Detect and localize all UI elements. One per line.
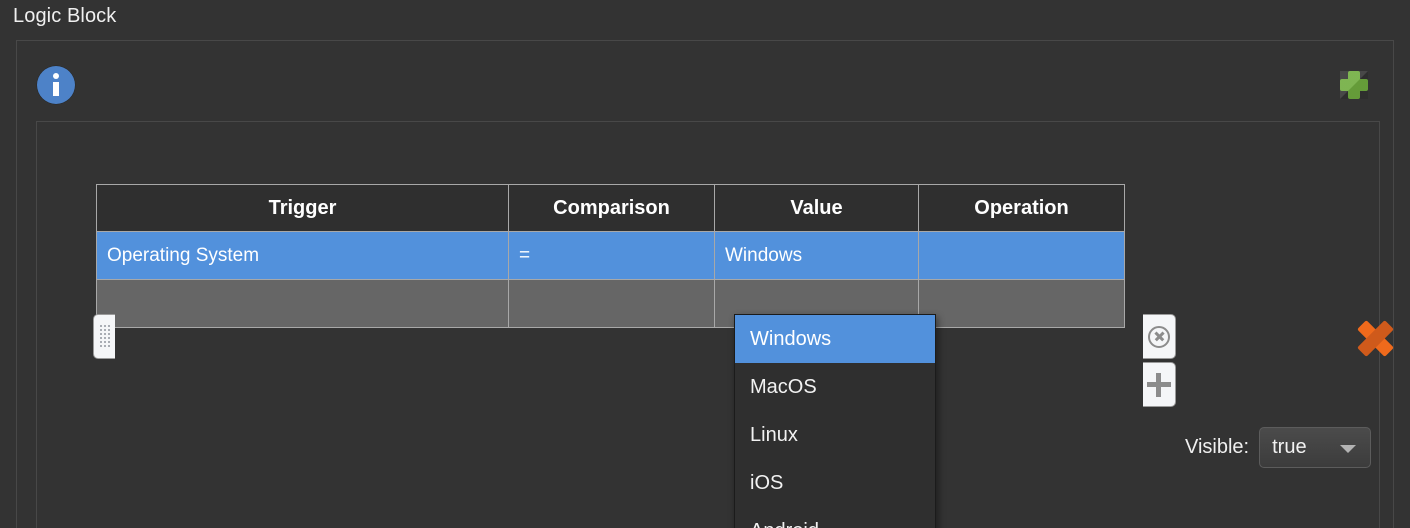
visible-setting: Visible: true bbox=[1185, 427, 1372, 468]
column-header-trigger[interactable]: Trigger bbox=[96, 184, 509, 232]
dropdown-option-windows[interactable]: Windows bbox=[735, 315, 935, 363]
cell-trigger[interactable] bbox=[96, 279, 509, 328]
logic-conditions-table: Trigger Comparison Value Operation Opera… bbox=[96, 184, 1125, 328]
visible-select-value: true bbox=[1272, 436, 1307, 458]
delete-condition-button[interactable] bbox=[1354, 317, 1397, 360]
column-header-value[interactable]: Value bbox=[714, 184, 919, 232]
remove-row-button[interactable] bbox=[1143, 314, 1176, 359]
visible-select[interactable]: true bbox=[1259, 427, 1372, 468]
dropdown-option-macos[interactable]: MacOS bbox=[735, 363, 935, 411]
cell-operation[interactable] bbox=[918, 279, 1125, 328]
value-dropdown-list[interactable]: Windows MacOS Linux iOS Android Unknown bbox=[734, 314, 936, 528]
plus-icon bbox=[1147, 372, 1171, 397]
info-icon-stem bbox=[53, 82, 59, 96]
info-icon[interactable] bbox=[37, 66, 75, 104]
table-header-row: Trigger Comparison Value Operation bbox=[96, 184, 1125, 232]
dropdown-option-ios[interactable]: iOS bbox=[735, 459, 935, 507]
add-row-button[interactable] bbox=[1143, 362, 1176, 407]
cell-value[interactable]: Windows bbox=[714, 231, 919, 280]
logic-block-panel: Trigger Comparison Value Operation Opera… bbox=[16, 40, 1394, 528]
circle-x-icon bbox=[1148, 325, 1170, 348]
table-row[interactable]: Operating System = Windows bbox=[96, 231, 1125, 280]
dropdown-option-android[interactable]: Android bbox=[735, 507, 935, 528]
plus-icon-vertical-bar bbox=[1348, 71, 1360, 99]
drag-handle-icon bbox=[99, 324, 110, 349]
visible-label: Visible: bbox=[1185, 436, 1250, 458]
column-header-comparison[interactable]: Comparison bbox=[508, 184, 715, 232]
cell-operation[interactable] bbox=[918, 231, 1125, 280]
cell-comparison[interactable] bbox=[508, 279, 715, 328]
column-header-operation[interactable]: Operation bbox=[918, 184, 1125, 232]
row-drag-handle[interactable] bbox=[93, 314, 115, 359]
page-title: Logic Block bbox=[13, 5, 117, 27]
info-icon-dot bbox=[53, 73, 59, 79]
logic-block-screen: Logic Block Trigger Comparison Value Ope… bbox=[0, 0, 1410, 528]
condition-group-panel: Trigger Comparison Value Operation Opera… bbox=[36, 121, 1394, 528]
add-condition-button[interactable] bbox=[1337, 68, 1371, 102]
table-row[interactable] bbox=[96, 279, 1125, 328]
dropdown-option-linux[interactable]: Linux bbox=[735, 411, 935, 459]
cell-comparison[interactable]: = bbox=[508, 231, 715, 280]
cell-trigger[interactable]: Operating System bbox=[96, 231, 509, 280]
chevron-down-icon bbox=[1340, 444, 1357, 453]
